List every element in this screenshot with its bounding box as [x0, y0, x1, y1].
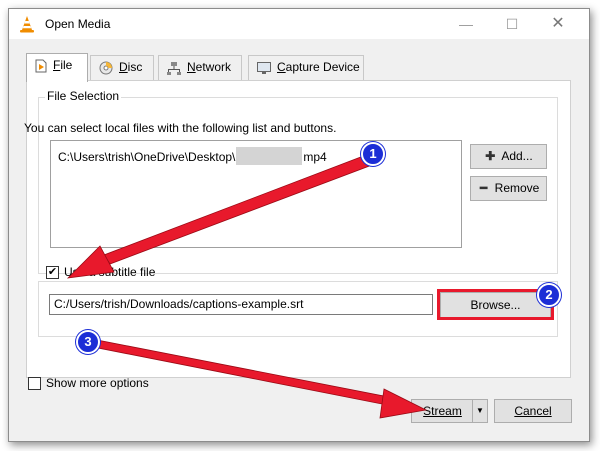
- redacted-filename: [236, 147, 303, 165]
- tab-file[interactable]: File: [26, 53, 88, 82]
- title-bar: Open Media — ☐ ✕: [9, 9, 589, 39]
- plus-icon: ✚: [485, 149, 496, 163]
- subtitle-path-input[interactable]: C:/Users/trish/Downloads/captions-exampl…: [49, 294, 433, 315]
- stream-button[interactable]: Stream: [411, 399, 474, 423]
- cancel-button[interactable]: Cancel: [494, 399, 572, 423]
- window-title: Open Media: [45, 17, 111, 31]
- step-2-badge: 2: [537, 283, 561, 307]
- minimize-button[interactable]: —: [443, 9, 489, 39]
- file-list[interactable]: C:\Users\trish\OneDrive\Desktop\ mp4: [50, 140, 462, 248]
- file-selection-legend: File Selection: [45, 89, 122, 103]
- add-button-label: Add...: [501, 149, 533, 163]
- close-button[interactable]: ✕: [535, 9, 581, 39]
- vlc-cone-icon: [20, 16, 34, 33]
- add-button[interactable]: ✚ Add...: [470, 144, 547, 169]
- remove-button[interactable]: ━ Remove: [470, 176, 547, 201]
- tab-network[interactable]: Network: [158, 55, 242, 80]
- disc-icon: [99, 61, 113, 75]
- tab-disc[interactable]: Disc: [90, 55, 154, 80]
- step-3-badge: 3: [76, 330, 100, 354]
- tab-capture-device-label: Capture Device: [277, 60, 360, 74]
- cancel-button-label: Cancel: [514, 404, 552, 418]
- maximize-button[interactable]: ☐: [489, 9, 535, 39]
- minus-icon: ━: [480, 181, 488, 195]
- file-icon: [35, 59, 47, 73]
- file-list-item[interactable]: C:\Users\trish\OneDrive\Desktop\ mp4: [58, 147, 327, 165]
- tab-disc-label: Disc: [119, 60, 143, 74]
- show-more-options-label: Show more options: [46, 376, 149, 390]
- stream-dropdown-button[interactable]: ▼: [472, 399, 488, 423]
- tab-file-label: File: [53, 58, 73, 72]
- network-icon: [167, 61, 181, 75]
- subtitle-checkbox[interactable]: ✔: [46, 266, 59, 279]
- tab-capture-device[interactable]: Capture Device: [248, 55, 364, 80]
- stream-button-label: Stream: [423, 404, 462, 418]
- file-selection-description: You can select local files with the foll…: [24, 121, 337, 135]
- capture-device-icon: [257, 61, 271, 74]
- show-more-options-checkbox[interactable]: [28, 377, 41, 390]
- tab-network-label: Network: [187, 60, 232, 74]
- remove-button-label: Remove: [494, 181, 540, 195]
- file-path-prefix: C:\Users\trish\OneDrive\Desktop\: [58, 150, 236, 164]
- file-path-suffix: mp4: [303, 150, 327, 164]
- subtitle-checkbox-label: Use a subtitle file: [64, 265, 156, 279]
- step-1-badge: 1: [361, 142, 385, 166]
